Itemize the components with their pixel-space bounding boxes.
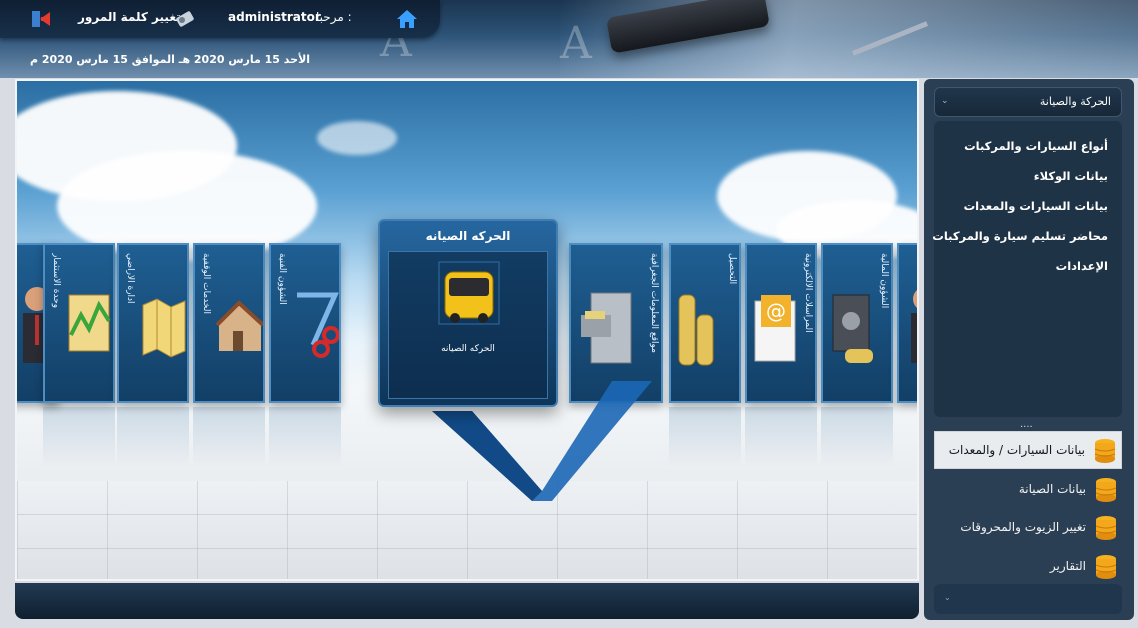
active-module-label: الحركه الصيانه <box>441 344 495 354</box>
module-card-lands[interactable]: ادارة الأراضي <box>117 243 189 403</box>
accordion-item-oils-fuel[interactable]: تغيير الزيوت والمحروقات <box>934 509 1122 547</box>
cabinet-icon <box>581 292 632 364</box>
card-reflection <box>117 407 189 467</box>
module-dropdown-label: الحركة والصيانة <box>1039 95 1111 108</box>
map-icon <box>142 298 186 358</box>
key-icon[interactable] <box>174 8 196 30</box>
module-card-label: المراسلات الالكترونية <box>803 253 813 333</box>
change-password-link[interactable]: تغيير كلمة المرور <box>78 10 181 24</box>
exit-icon[interactable] <box>30 8 52 30</box>
card-reflection <box>269 407 341 467</box>
accordion-item-maintenance[interactable]: بيانات الصيانة <box>934 471 1122 509</box>
module-card-technical[interactable]: الشؤون الفنية <box>269 243 341 403</box>
database-icon <box>1094 439 1116 463</box>
header-banner: A A تغيير كلمة المرور administrator مرحب… <box>0 0 1138 78</box>
coins-icon <box>678 294 714 366</box>
submenu-panel: أنواع السيارات والمركبات بيانات الوكلاء … <box>932 121 1122 417</box>
house-icon <box>215 300 263 351</box>
sidebar: الحركة والصيانة ⌄ أنواع السيارات والمركب… <box>924 79 1134 620</box>
module-card-label: الشؤون الفنية <box>277 253 287 305</box>
active-module-title: الحركه الصيانه <box>425 229 511 243</box>
card-reflection <box>43 407 115 467</box>
accordion-label: تغيير الزيوت والمحروقات <box>960 520 1086 534</box>
chevron-down-icon[interactable]: ⌄ <box>944 593 951 602</box>
home-icon[interactable] <box>396 8 418 30</box>
database-icon <box>1095 478 1117 502</box>
module-card-collection[interactable]: التحصيل <box>669 243 741 403</box>
module-card-label: وحدة الاستثمار <box>51 253 61 309</box>
module-dropdown[interactable]: الحركة والصيانة ⌄ <box>934 87 1122 117</box>
username-label: administrator <box>228 10 321 24</box>
module-carousel: وحدة الاستثمار ادارة الأراضي الخدمات الو… <box>15 79 919 581</box>
module-card-person-right[interactable] <box>897 243 917 403</box>
card-reflection <box>745 407 817 467</box>
menu-link-agents[interactable]: بيانات الوكلاء <box>1034 169 1108 183</box>
top-toolbar: تغيير كلمة المرور administrator مرحبا : <box>0 0 440 38</box>
chevron-down-icon: ⌄ <box>941 96 949 106</box>
cloud <box>317 121 397 155</box>
scissors-icon <box>297 292 339 358</box>
card-reflection <box>821 407 893 467</box>
svg-text:@: @ <box>766 299 786 323</box>
splitter-handle[interactable]: .... <box>1020 419 1033 430</box>
date-label: الأحد 15 مارس 2020 هـ الموافق 15 مارس 20… <box>30 53 311 66</box>
watermark-logo: A <box>560 18 592 69</box>
accordion-label: بيانات السيارات / والمعدات <box>948 443 1085 457</box>
module-card-label: الشؤون المالية <box>879 253 889 309</box>
accordion-item-reports[interactable]: التقارير <box>934 548 1122 586</box>
menu-link-vehicle-types[interactable]: أنواع السيارات والمركبات <box>964 139 1108 153</box>
database-icon <box>1095 516 1117 540</box>
stage-footer <box>15 583 919 619</box>
menu-link-settings[interactable]: الإعدادات <box>1056 259 1108 273</box>
module-card-label: التحصيل <box>727 253 737 285</box>
active-module-body: الحركه الصيانه <box>388 251 548 399</box>
menu-link-delivery-reports[interactable]: محاضر تسليم سيارة والمركبات <box>932 229 1108 243</box>
person-icon <box>911 290 917 363</box>
bus-icon <box>438 261 500 325</box>
module-card-waqf-services[interactable]: الخدمات الوقفية <box>193 243 265 403</box>
module-card-investment[interactable]: وحدة الاستثمار <box>43 243 115 403</box>
chart-icon <box>68 294 111 352</box>
accordion-label: بيانات الصيانة <box>1018 482 1086 496</box>
card-reflection <box>193 407 265 467</box>
menu-link-vehicles-equipment[interactable]: بيانات السيارات والمعدات <box>964 199 1108 213</box>
accordion-item-vehicles[interactable]: بيانات السيارات / والمعدات <box>934 431 1122 469</box>
module-card-label: ادارة الأراضي <box>125 253 135 304</box>
email-icon: @ <box>754 295 796 362</box>
module-card-financial[interactable]: الشؤون المالية <box>821 243 893 403</box>
database-icon <box>1095 555 1117 579</box>
sidebar-footer: ⌄ <box>934 584 1122 614</box>
safe-icon <box>832 294 873 363</box>
module-card-label: الخدمات الوقفية <box>201 253 211 314</box>
welcome-label: مرحبا : <box>316 10 352 24</box>
active-module-card[interactable]: الحركه الصيانه الحركه الصيانه <box>378 219 558 407</box>
card-reflection <box>669 407 741 467</box>
module-card-e-correspondence[interactable]: المراسلات الالكترونية @ <box>745 243 817 403</box>
accordion-label: التقارير <box>1049 559 1086 573</box>
